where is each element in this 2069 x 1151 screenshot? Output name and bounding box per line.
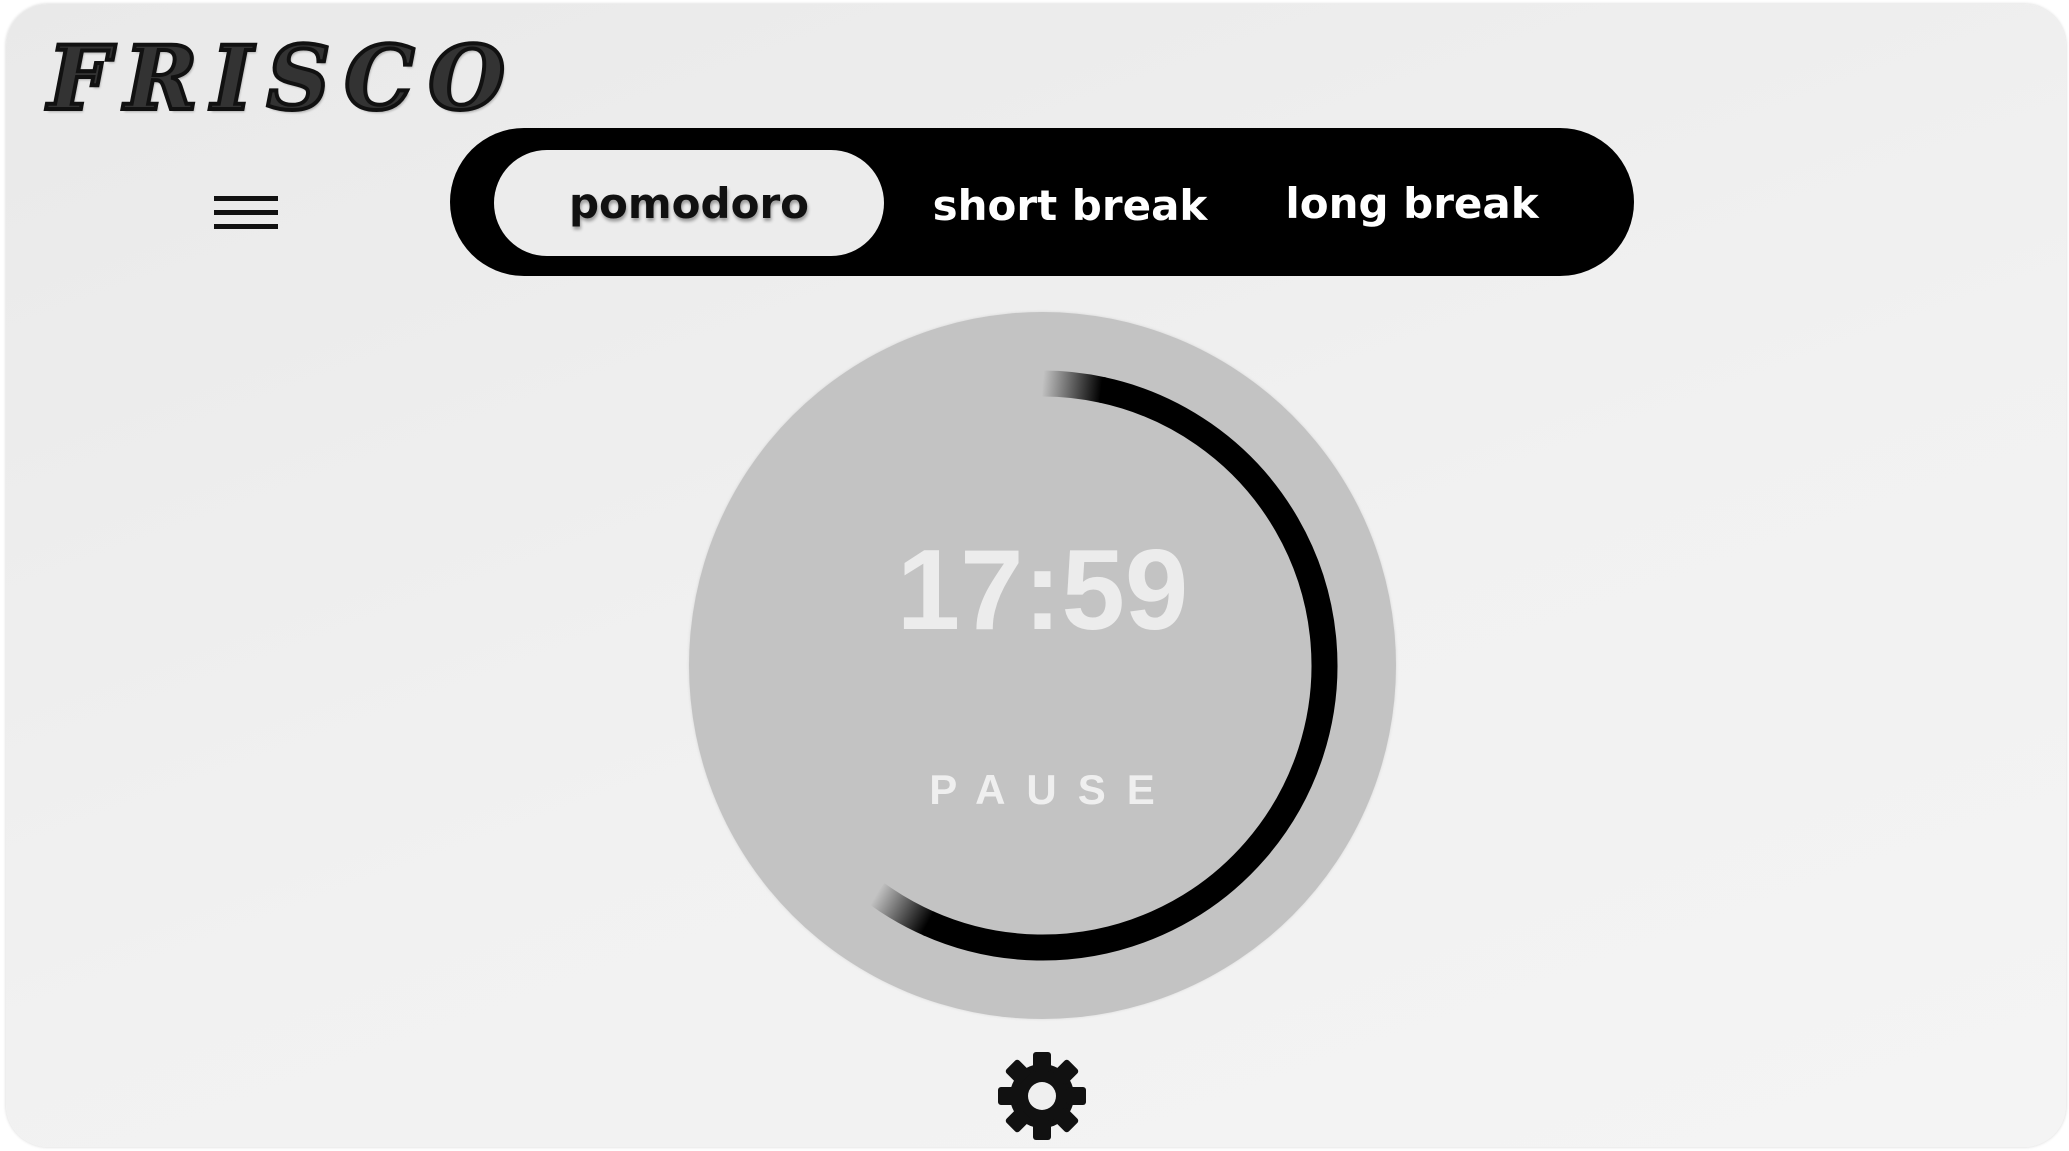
menu-button[interactable]	[206, 186, 286, 250]
app-window: FRISCO pomodoro short break long break 1…	[6, 4, 2066, 1147]
pause-button[interactable]: PAUSE	[867, 760, 1217, 820]
progress-ring	[869, 370, 1338, 961]
brand-logo: FRISCO	[46, 26, 520, 130]
timer-dial: 17:59 PAUSE	[689, 312, 1396, 1019]
progress-arc	[922, 376, 1338, 961]
settings-button[interactable]	[994, 1048, 1090, 1144]
tab-long-break[interactable]: long break	[1246, 150, 1578, 256]
tab-pomodoro[interactable]: pomodoro	[494, 150, 884, 256]
mode-tab-bar: pomodoro short break long break	[450, 128, 1634, 276]
hamburger-menu-icon	[214, 196, 278, 229]
gear-icon	[998, 1052, 1086, 1140]
progress-arc-tail	[869, 882, 936, 937]
progress-arc-head	[1042, 370, 1107, 403]
tab-short-break[interactable]: short break	[890, 152, 1250, 258]
timer-display: 17:59	[896, 527, 1189, 654]
